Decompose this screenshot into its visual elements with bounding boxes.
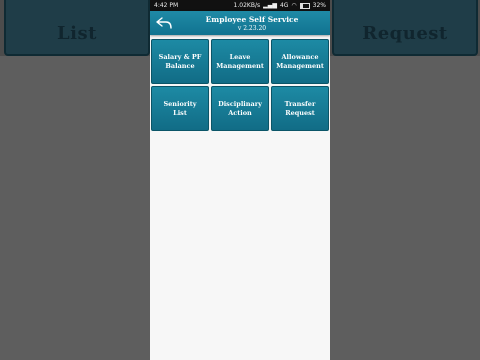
- network-type: 4G: [279, 2, 289, 9]
- tile-allowance-management[interactable]: Allowance Management: [271, 39, 329, 84]
- status-bar: 4:42 PM 1.02KB/s ▂▄▆ 4G ◠ 32%: [150, 0, 330, 11]
- app-version: v 2.23.20: [237, 25, 267, 32]
- back-button[interactable]: [155, 15, 173, 31]
- tile-leave-management[interactable]: Leave Management: [211, 39, 269, 84]
- tile-seniority-list[interactable]: Seniority List: [151, 86, 209, 131]
- background-card-left: List: [4, 0, 150, 56]
- page-title: Employee Self Service: [205, 15, 299, 24]
- tile-disciplinary-action[interactable]: Disciplinary Action: [211, 86, 269, 131]
- tile-transfer-request[interactable]: Transfer Request: [271, 86, 329, 131]
- battery-level: 32%: [312, 2, 326, 9]
- back-arrow-icon: [156, 17, 172, 29]
- phone-screen: 4:42 PM 1.02KB/s ▂▄▆ 4G ◠ 32% Employee S…: [150, 0, 330, 360]
- wifi-icon: ◠: [291, 2, 297, 9]
- status-right: 1.02KB/s ▂▄▆ 4G ◠ 32%: [234, 2, 326, 9]
- status-time: 4:42 PM: [154, 2, 179, 9]
- network-speed: 1.02KB/s: [233, 2, 261, 9]
- background-text-right: Request: [362, 23, 448, 44]
- background-card-right: Request: [332, 0, 478, 56]
- tile-salary-pf-balance[interactable]: Salary & PF Balance: [151, 39, 209, 84]
- signal-icon: ▂▄▆: [263, 2, 277, 9]
- background-shade-left: [0, 56, 150, 360]
- battery-icon: [299, 2, 310, 9]
- background-shade-right: [330, 56, 480, 360]
- background-text-left: List: [57, 23, 97, 44]
- menu-grid: Salary & PF Balance Leave Management All…: [151, 39, 329, 131]
- app-header: Employee Self Service v 2.23.20: [150, 11, 330, 35]
